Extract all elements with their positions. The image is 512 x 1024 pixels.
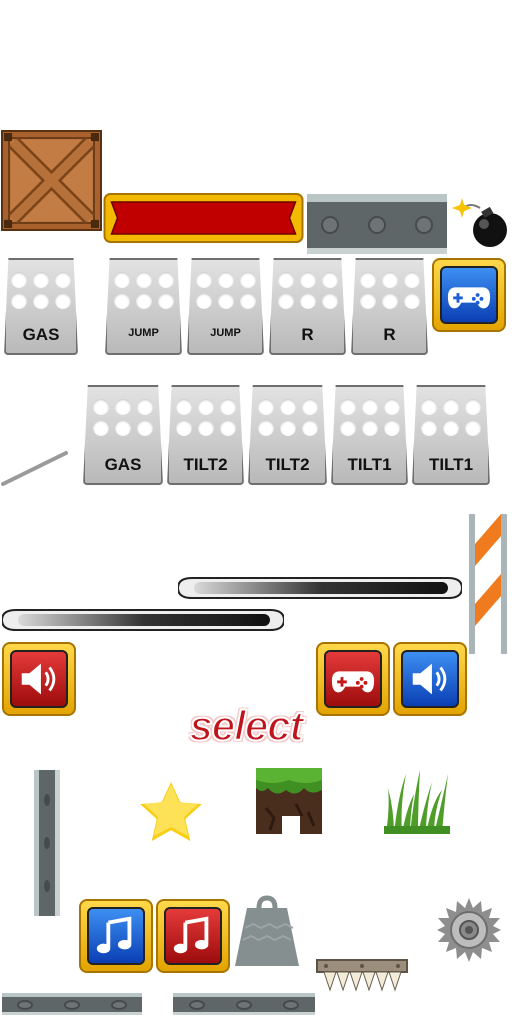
tall-grass bbox=[384, 770, 450, 834]
wooden-crate bbox=[1, 130, 102, 231]
pedal-r[interactable]: R bbox=[269, 258, 346, 355]
pedal-label: TILT2 bbox=[183, 455, 228, 474]
speaker-icon bbox=[21, 663, 56, 695]
pedal-tilt1-pressed[interactable]: TILT1 bbox=[412, 385, 490, 485]
pedal-label: TILT1 bbox=[428, 455, 474, 474]
gamepad-button-red[interactable] bbox=[316, 642, 390, 716]
thin-rod bbox=[1, 451, 68, 486]
speaker-icon bbox=[412, 663, 447, 695]
tire-track-upper bbox=[178, 577, 462, 599]
bomb-icon bbox=[452, 198, 507, 247]
pedal-label: TILT2 bbox=[265, 455, 310, 474]
steel-beam-vertical bbox=[34, 770, 60, 916]
music-button-blue[interactable] bbox=[79, 899, 153, 973]
saw-blade-icon bbox=[437, 898, 501, 962]
spikes-icon bbox=[316, 959, 408, 992]
pedal-label: GAS bbox=[104, 455, 142, 474]
pedal-label: R bbox=[301, 325, 314, 344]
striped-barrier-post bbox=[469, 514, 507, 654]
pedal-label: GAS bbox=[22, 325, 60, 344]
tire-track-lower bbox=[2, 609, 284, 631]
music-note-icon bbox=[96, 916, 132, 954]
grass-dirt-block bbox=[256, 768, 322, 834]
gamepad-icon bbox=[447, 287, 491, 309]
pedal-tilt1[interactable]: TILT1 bbox=[331, 385, 408, 485]
music-note-icon bbox=[173, 916, 209, 954]
pedal-jump-pressed[interactable]: JUMP bbox=[187, 258, 264, 355]
red-banner bbox=[103, 193, 304, 243]
pedal-label: R bbox=[383, 325, 396, 344]
weight-icon bbox=[235, 895, 299, 966]
pedal-gas[interactable]: GAS bbox=[4, 258, 78, 355]
pedal-r-pressed[interactable]: R bbox=[351, 258, 428, 355]
sound-button-blue[interactable] bbox=[393, 642, 467, 716]
steel-beam-top bbox=[307, 194, 447, 254]
star-icon bbox=[131, 773, 211, 849]
select-label: select bbox=[188, 701, 304, 750]
pedal-label: JUMP bbox=[210, 327, 241, 339]
pedal-jump[interactable]: JUMP bbox=[105, 258, 182, 355]
pedal-gas-2[interactable]: GAS bbox=[83, 385, 163, 485]
gamepad-button-blue[interactable] bbox=[432, 258, 506, 332]
steel-beam-bottom-left bbox=[2, 993, 142, 1015]
sound-button-red[interactable] bbox=[2, 642, 76, 716]
music-button-red[interactable] bbox=[156, 899, 230, 973]
pedal-label: JUMP bbox=[128, 327, 159, 339]
steel-beam-bottom-right bbox=[173, 993, 315, 1015]
pedal-tilt2-pressed[interactable]: TILT2 bbox=[248, 385, 327, 485]
pedal-tilt2[interactable]: TILT2 bbox=[167, 385, 244, 485]
gamepad-icon bbox=[331, 671, 375, 693]
pedal-label: TILT1 bbox=[347, 455, 392, 474]
